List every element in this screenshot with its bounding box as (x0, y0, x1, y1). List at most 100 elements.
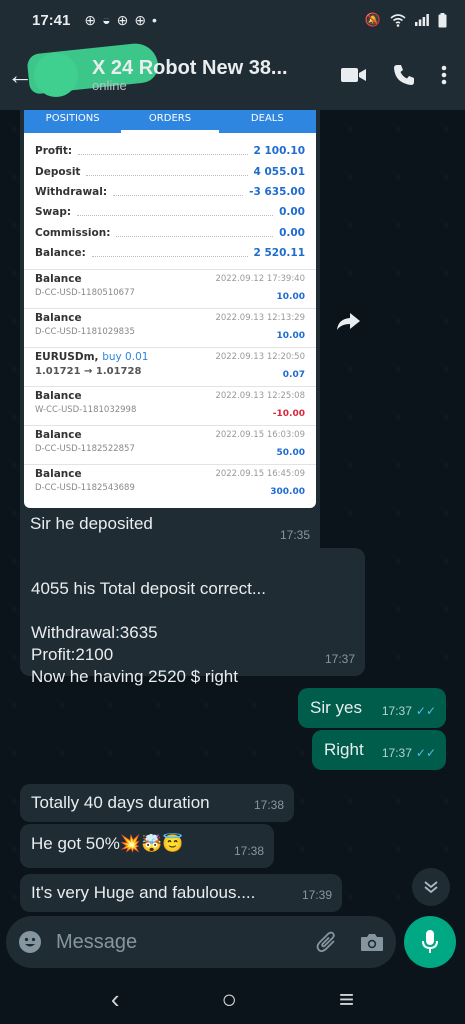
deal-prices: 1.01721 → 1.01728 (35, 366, 142, 378)
chrome-icon: ⊕ (134, 11, 147, 28)
tab-positions: POSITIONS (45, 113, 100, 124)
deal-date: 2022.09.12 17:39:40 (215, 274, 305, 285)
deal-row: Balance D-CC-USD-1180510677 2022.09.12 1… (24, 269, 316, 308)
deal-amount: 10.00 (276, 331, 305, 342)
deal-title: EURUSDm, (35, 351, 99, 364)
voice-call-icon[interactable] (393, 64, 415, 86)
message-text: It's very Huge and fabulous.... (31, 883, 256, 902)
incoming-message[interactable]: He got 50%💥🤯😇 17:38 (20, 824, 274, 868)
incoming-message[interactable]: It's very Huge and fabulous.... 17:39 (20, 874, 342, 912)
deal-id: D-CC-USD-1181029835 (35, 327, 135, 338)
message-input[interactable]: Message (56, 931, 137, 954)
notification-icons: ⊕ ◒ ⊕ ⊕ • (84, 12, 157, 29)
summary-value: 0.00 (279, 206, 305, 219)
deal-date: 2022.09.13 12:20:50 (215, 352, 305, 363)
system-icons: 🔕 (365, 12, 447, 28)
contact-name: X 24 Robot New 38... (92, 56, 288, 79)
chat-area[interactable]: POSITIONS ORDERS DEALS Profit: 2 100.10 D… (0, 110, 465, 915)
outgoing-message[interactable]: Right 17:37 ✓✓ (312, 730, 446, 770)
message-composer: Message (6, 916, 396, 968)
contact-info[interactable]: X 24 Robot New 38... online (92, 57, 288, 93)
nav-recents-icon[interactable]: ≡ (339, 984, 354, 1015)
trade-tabs: POSITIONS ORDERS DEALS (24, 110, 316, 133)
summary-label: Deposit (35, 165, 81, 178)
deal-id: D-CC-USD-1180510677 (35, 288, 135, 299)
deal-id: D-CC-USD-1182522857 (35, 444, 135, 455)
message-time: 17:38 (253, 798, 284, 812)
double-chevron-down-icon (424, 881, 438, 894)
microphone-icon (422, 930, 438, 953)
trading-screenshot[interactable]: POSITIONS ORDERS DEALS Profit: 2 100.10 D… (24, 110, 316, 508)
summary-label: Balance: (35, 247, 86, 260)
message-text: 4055 his Total deposit correct... Withdr… (31, 579, 266, 686)
deal-amount: 50.00 (276, 448, 305, 459)
nav-back-icon[interactable]: ‹ (111, 984, 120, 1015)
message-text: Sir yes (310, 698, 362, 717)
chrome-icon: ⊕ (116, 11, 129, 28)
message-time: 17:37 (324, 652, 355, 666)
emoji-icon[interactable] (18, 930, 42, 954)
image-caption: Sir he deposited (30, 514, 153, 533)
chat-header: ← X 24 Robot New 38... online (0, 40, 465, 110)
summary-row: Commission: 0.00 (35, 223, 305, 243)
forward-icon[interactable] (334, 307, 362, 335)
summary-value: -3 635.00 (249, 185, 305, 198)
summary-label: Commission: (35, 226, 111, 239)
scroll-down-button[interactable] (412, 868, 450, 906)
more-options-icon[interactable] (441, 65, 447, 85)
deal-id: D-CC-USD-1182543689 (35, 483, 135, 494)
read-ticks-icon: ✓✓ (415, 746, 436, 760)
voice-record-button[interactable] (404, 916, 456, 968)
deal-amount: -10.00 (272, 409, 305, 420)
message-time: 17:37 (381, 746, 412, 760)
deal-date: 2022.09.15 16:03:09 (215, 430, 305, 441)
attach-icon[interactable] (316, 930, 338, 954)
message-text: He got 50%💥🤯😇 (31, 834, 184, 853)
deal-id: W-CC-USD-1181032998 (35, 405, 137, 416)
message-time: 17:35 (279, 528, 310, 542)
summary-value: 2 100.10 (253, 145, 305, 158)
deal-row: Balance W-CC-USD-1181032998 2022.09.13 1… (24, 386, 316, 425)
battery-icon (438, 12, 447, 27)
tab-deals: DEALS (250, 113, 284, 124)
message-time: 17:38 (233, 844, 264, 858)
summary-label: Withdrawal: (35, 185, 108, 198)
signal-icon (415, 14, 429, 26)
tab-orders: ORDERS (121, 110, 219, 133)
deal-row: EURUSDm, buy 0.01 1.01721 → 1.01728 2022… (24, 347, 316, 386)
summary-label: Swap: (35, 206, 72, 219)
status-time: 17:41 (32, 11, 71, 29)
summary-value: 4 055.01 (253, 165, 305, 178)
message-text: Right (324, 740, 364, 759)
message-text: Totally 40 days duration (31, 793, 210, 812)
message-time: 17:39 (301, 888, 332, 902)
nav-home-icon[interactable]: ○ (221, 984, 237, 1015)
read-ticks-icon: ✓✓ (415, 704, 436, 718)
video-call-icon[interactable] (341, 66, 367, 84)
deal-amount: 10.00 (276, 292, 305, 303)
summary-row: Withdrawal: -3 635.00 (35, 182, 305, 202)
message-time: 17:37 (381, 704, 412, 718)
deal-amount: 300.00 (270, 487, 305, 498)
deal-amount: 0.07 (282, 370, 305, 381)
deal-row: Balance D-CC-USD-1181029835 2022.09.13 1… (24, 308, 316, 347)
camera-icon[interactable] (360, 932, 384, 952)
account-summary: Profit: 2 100.10 Deposit 4 055.01 Withdraw… (24, 133, 316, 269)
contact-status: online (92, 77, 127, 93)
deal-date: 2022.09.15 16:45:09 (215, 469, 305, 480)
summary-row: Balance: 2 520.11 (35, 243, 305, 263)
summary-label: Profit: (35, 145, 73, 158)
deal-row: Balance D-CC-USD-1182522857 2022.09.15 1… (24, 425, 316, 464)
incoming-message[interactable]: 4055 his Total deposit correct... Withdr… (20, 548, 365, 686)
outgoing-message[interactable]: Sir yes 17:37 ✓✓ (298, 688, 446, 728)
incoming-message[interactable]: Totally 40 days duration 17:38 (20, 784, 294, 822)
summary-value: 2 520.11 (253, 247, 305, 260)
chrome-icon: ⊕ (84, 11, 97, 28)
deal-date: 2022.09.13 12:25:08 (215, 391, 305, 402)
summary-row: Swap: 0.00 (35, 202, 305, 222)
summary-row: Deposit 4 055.01 (35, 161, 305, 181)
system-nav-bar: ‹ ○ ≡ (0, 974, 465, 1024)
deal-row: Balance D-CC-USD-1182543689 2022.09.15 1… (24, 464, 316, 503)
status-bar: 17:41 ⊕ ◒ ⊕ ⊕ • 🔕 (0, 0, 465, 40)
wifi-icon (390, 13, 406, 27)
